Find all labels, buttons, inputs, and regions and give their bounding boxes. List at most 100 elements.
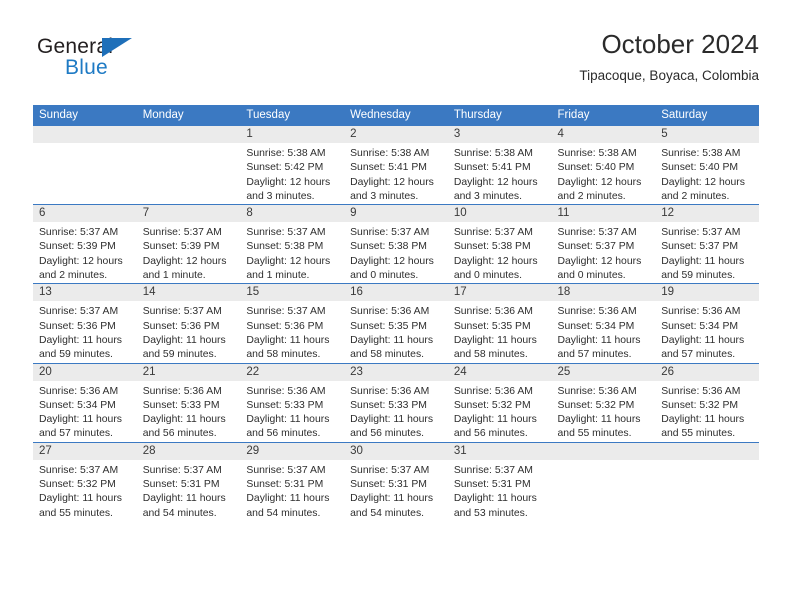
calendar-day-cell[interactable]: 7 Sunrise: 5:37 AM Sunset: 5:39 PM Daylight…: [136, 204, 241, 284]
day-number: 15: [240, 284, 345, 302]
day-number: 16: [344, 284, 448, 302]
calendar-day-cell[interactable]: 11 Sunrise: 5:37 AM Sunset: 5:37 PM Dayligh…: [551, 204, 656, 284]
day-details: Sunrise: 5:36 AM Sunset: 5:35 PM Daylight:…: [448, 301, 552, 362]
daylight-duration-line1: Daylight: 12 hours: [39, 255, 123, 267]
calendar-day-cell[interactable]: 18 Sunrise: 5:36 AM Sunset: 5:34 PM Dayligh…: [551, 283, 656, 364]
logo-text-blue: Blue: [65, 56, 108, 79]
weekday-header-saturday: Saturday: [655, 105, 759, 126]
sunset-time: Sunset: 5:40 PM: [557, 162, 635, 174]
day-number: 27: [33, 443, 137, 460]
calendar-day-cell-empty: [655, 441, 759, 521]
sunset-time: Sunset: 5:39 PM: [142, 241, 220, 253]
calendar-day-cell[interactable]: 28 Sunrise: 5:37 AM Sunset: 5:31 PM Dayligh…: [136, 441, 241, 521]
calendar-day-cell[interactable]: 4 Sunrise: 5:38 AM Sunset: 5:40 PM Daylight…: [551, 126, 656, 205]
daylight-duration-line2: and 0 minutes.: [557, 270, 626, 282]
weekday-header-tuesday: Tuesday: [240, 105, 345, 126]
daylight-duration-line1: Daylight: 11 hours: [246, 334, 330, 346]
daylight-duration-line2: and 58 minutes.: [350, 349, 425, 361]
daylight-duration-line1: Daylight: 11 hours: [39, 334, 122, 346]
calendar-day-cell[interactable]: 23 Sunrise: 5:36 AM Sunset: 5:33 PM Dayligh…: [344, 362, 448, 443]
sunset-time: Sunset: 5:41 PM: [453, 162, 531, 174]
sunrise-time: Sunrise: 5:37 AM: [142, 227, 222, 239]
day-details: Sunrise: 5:37 AM Sunset: 5:37 PM Daylight:…: [552, 222, 656, 283]
day-number: 19: [655, 284, 759, 302]
calendar-day-cell[interactable]: 22 Sunrise: 5:36 AM Sunset: 5:33 PM Dayligh…: [240, 362, 345, 443]
daylight-duration-line1: Daylight: 12 hours: [142, 255, 227, 267]
day-details: Sunrise: 5:37 AM Sunset: 5:31 PM Daylight:…: [240, 460, 344, 521]
calendar-day-cell[interactable]: 8 Sunrise: 5:37 AM Sunset: 5:38 PM Daylight…: [240, 204, 345, 284]
calendar-day-cell[interactable]: 17 Sunrise: 5:36 AM Sunset: 5:35 PM Dayligh…: [447, 283, 552, 364]
calendar-day-cell[interactable]: 6 Sunrise: 5:37 AM Sunset: 5:39 PM Daylight…: [33, 204, 137, 284]
calendar-day-cell[interactable]: 3 Sunrise: 5:38 AM Sunset: 5:41 PM Daylight…: [447, 126, 552, 205]
day-number: 18: [551, 284, 656, 302]
day-details: Sunrise: 5:37 AM Sunset: 5:39 PM Daylight:…: [137, 222, 241, 283]
calendar-day-cell[interactable]: 12 Sunrise: 5:37 AM Sunset: 5:37 PM Dayligh…: [655, 204, 759, 284]
day-number: 10: [447, 205, 552, 223]
calendar-day-cell[interactable]: 16 Sunrise: 5:36 AM Sunset: 5:35 PM Dayligh…: [344, 283, 448, 364]
day-number: [33, 126, 137, 143]
calendar-day-cell[interactable]: 15 Sunrise: 5:37 AM Sunset: 5:36 PM Dayligh…: [240, 283, 345, 364]
daylight-duration-line2: and 3 minutes.: [246, 190, 315, 202]
day-details: [137, 143, 241, 147]
day-number: 12: [655, 205, 759, 223]
calendar-page: General Blue October 2024 Tipacoque, Boy…: [0, 0, 792, 612]
daylight-duration-line1: Daylight: 11 hours: [142, 493, 226, 505]
day-number: 24: [447, 364, 552, 381]
daylight-duration-line2: and 56 minutes.: [142, 428, 217, 440]
sunset-time: Sunset: 5:33 PM: [246, 399, 324, 411]
general-blue-logo: General Blue: [37, 36, 217, 92]
day-details: Sunrise: 5:36 AM Sunset: 5:35 PM Daylight:…: [344, 301, 448, 362]
daylight-duration-line2: and 57 minutes.: [39, 428, 113, 440]
sunrise-time: Sunrise: 5:38 AM: [661, 148, 741, 159]
day-number: 3: [447, 126, 552, 143]
calendar-day-cell[interactable]: 9 Sunrise: 5:37 AM Sunset: 5:38 PM Daylight…: [344, 204, 448, 284]
day-details: Sunrise: 5:38 AM Sunset: 5:42 PM Daylight:…: [240, 143, 344, 204]
day-number: 23: [344, 364, 448, 381]
day-details: [33, 143, 137, 147]
daylight-duration-line2: and 56 minutes.: [453, 428, 528, 440]
weekday-header-friday: Friday: [551, 105, 656, 126]
calendar-day-cell[interactable]: 5 Sunrise: 5:38 AM Sunset: 5:40 PM Daylight…: [655, 126, 759, 205]
calendar-day-cell[interactable]: 24 Sunrise: 5:36 AM Sunset: 5:32 PM Dayligh…: [447, 362, 552, 443]
calendar-week-row: 1 Sunrise: 5:38 AM Sunset: 5:42 PM Daylight…: [33, 126, 759, 205]
calendar-day-cell[interactable]: 20 Sunrise: 5:36 AM Sunset: 5:34 PM Dayligh…: [33, 362, 137, 443]
day-number: 14: [136, 284, 241, 302]
calendar-day-cell[interactable]: 30 Sunrise: 5:37 AM Sunset: 5:31 PM Dayligh…: [344, 441, 448, 521]
daylight-duration-line1: Daylight: 11 hours: [453, 414, 537, 426]
daylight-duration-line1: Daylight: 11 hours: [350, 493, 434, 505]
calendar-day-cell[interactable]: 1 Sunrise: 5:38 AM Sunset: 5:42 PM Daylight…: [240, 126, 345, 205]
logo-triangle-icon: [102, 38, 132, 57]
sunset-time: Sunset: 5:32 PM: [557, 399, 635, 411]
day-details: Sunrise: 5:36 AM Sunset: 5:33 PM Daylight:…: [240, 381, 344, 442]
day-number: 17: [447, 284, 552, 302]
sunrise-time: Sunrise: 5:38 AM: [246, 148, 326, 159]
day-details: Sunrise: 5:38 AM Sunset: 5:40 PM Daylight:…: [552, 143, 656, 204]
day-number: 13: [33, 284, 137, 302]
day-details: Sunrise: 5:37 AM Sunset: 5:38 PM Daylight:…: [448, 222, 552, 283]
page-header: General Blue October 2024 Tipacoque, Boy…: [33, 28, 759, 96]
daylight-duration-line1: Daylight: 12 hours: [557, 255, 642, 267]
calendar-day-cell[interactable]: 29 Sunrise: 5:37 AM Sunset: 5:31 PM Dayligh…: [240, 441, 345, 521]
daylight-duration-line2: and 54 minutes.: [350, 507, 425, 519]
calendar-day-cell[interactable]: 27 Sunrise: 5:37 AM Sunset: 5:32 PM Dayligh…: [33, 441, 137, 521]
calendar-day-cell[interactable]: 10 Sunrise: 5:37 AM Sunset: 5:38 PM Dayligh…: [447, 204, 552, 284]
sunrise-time: Sunrise: 5:36 AM: [557, 306, 637, 318]
day-details: Sunrise: 5:36 AM Sunset: 5:33 PM Daylight:…: [137, 381, 241, 442]
calendar-day-cell[interactable]: 31 Sunrise: 5:37 AM Sunset: 5:31 PM Dayligh…: [447, 441, 552, 521]
daylight-duration-line1: Daylight: 11 hours: [350, 334, 434, 346]
sunrise-time: Sunrise: 5:37 AM: [453, 464, 533, 476]
calendar-day-cell[interactable]: 25 Sunrise: 5:36 AM Sunset: 5:32 PM Dayligh…: [551, 362, 656, 443]
sunrise-time: Sunrise: 5:36 AM: [557, 385, 637, 397]
page-title: October 2024: [601, 29, 759, 59]
day-number: 9: [344, 205, 448, 223]
calendar-day-cell[interactable]: 19 Sunrise: 5:36 AM Sunset: 5:34 PM Dayligh…: [655, 283, 759, 364]
calendar-day-cell[interactable]: 14 Sunrise: 5:37 AM Sunset: 5:36 PM Dayligh…: [136, 283, 241, 364]
sunrise-time: Sunrise: 5:36 AM: [661, 385, 741, 397]
day-number: 8: [240, 205, 345, 223]
calendar-day-cell[interactable]: 2 Sunrise: 5:38 AM Sunset: 5:41 PM Daylight…: [344, 126, 448, 205]
calendar-day-cell[interactable]: 13 Sunrise: 5:37 AM Sunset: 5:36 PM Dayligh…: [33, 283, 137, 364]
day-number: 7: [136, 205, 241, 223]
calendar-day-cell[interactable]: 26 Sunrise: 5:36 AM Sunset: 5:32 PM Dayligh…: [655, 362, 759, 443]
daylight-duration-line2: and 1 minute.: [142, 270, 206, 282]
calendar-day-cell[interactable]: 21 Sunrise: 5:36 AM Sunset: 5:33 PM Dayligh…: [136, 362, 241, 443]
